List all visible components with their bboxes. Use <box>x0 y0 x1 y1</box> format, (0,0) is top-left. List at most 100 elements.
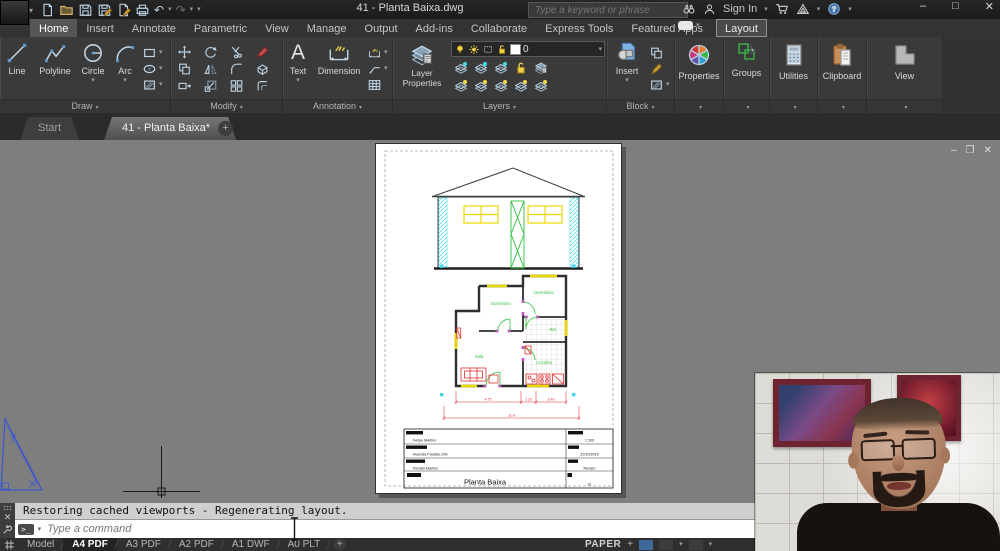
polyline-tool[interactable]: Polyline <box>34 37 76 100</box>
panel-groups[interactable]: Groups ▾ <box>724 37 770 113</box>
open-file-icon[interactable] <box>59 3 74 17</box>
explode-tool-icon[interactable] <box>255 62 270 76</box>
layer-freeze-tool-icon[interactable] <box>493 61 509 75</box>
panel-view[interactable]: View ▾ <box>867 37 943 113</box>
sign-in-caret-icon[interactable]: ▾ <box>764 6 768 13</box>
insert-block-button[interactable]: Insert ▾ <box>607 37 647 100</box>
ribbon-display-toggle[interactable]: ▾ <box>678 21 700 30</box>
layout-quickview-grid-icon[interactable] <box>3 539 16 551</box>
drawing-restore-icon[interactable]: ❐ <box>966 145 975 156</box>
ribbon-tab[interactable]: Annotate <box>123 19 185 37</box>
layer-unlock-icon[interactable] <box>496 44 508 55</box>
panel-clipboard[interactable]: Clipboard ▾ <box>818 37 867 113</box>
layer-match-icon[interactable] <box>533 61 549 75</box>
panel-label-utilities[interactable]: ▾ <box>770 99 817 113</box>
command-close-icon[interactable]: ✕ <box>4 513 12 522</box>
panel-label-view[interactable]: ▾ <box>867 99 942 113</box>
new-layout-button[interactable]: + <box>333 539 347 550</box>
fillet-tool-icon[interactable] <box>229 62 244 76</box>
paper-space-indicator[interactable]: PAPER <box>585 539 621 550</box>
layer-unisolate-icon[interactable] <box>473 61 489 75</box>
create-block-tool[interactable] <box>649 46 670 60</box>
ortho-caret-icon[interactable]: ▾ <box>709 541 713 548</box>
array-tool-icon[interactable] <box>229 79 244 93</box>
panel-properties[interactable]: Properties ▾ <box>675 37 724 113</box>
transfer-icon[interactable] <box>116 3 131 17</box>
ribbon-tab[interactable]: Express Tools <box>536 19 622 37</box>
ribbon-tab[interactable]: Collaborate <box>462 19 536 37</box>
table-tool[interactable] <box>367 78 388 92</box>
layout-tab[interactable]: A0 PLT <box>279 538 330 551</box>
viewport-plus-icon[interactable]: + <box>627 539 633 550</box>
insert-caret-icon[interactable]: ▾ <box>625 77 629 84</box>
application-menu-caret-icon[interactable]: ▾ <box>29 6 33 15</box>
ribbon-tab[interactable]: Insert <box>77 19 123 37</box>
block-attributes-tool[interactable]: ▾ <box>649 78 670 92</box>
layer-lock-tool-icon[interactable] <box>513 61 529 75</box>
panel-label-modify[interactable]: Modify ▾ <box>171 99 282 113</box>
ortho-toggle-icon[interactable] <box>688 539 703 550</box>
help-search-box[interactable] <box>528 2 688 18</box>
close-button[interactable]: ✕ <box>985 0 994 13</box>
ribbon-tab[interactable]: Add-ins <box>407 19 462 37</box>
ribbon-tab[interactable]: Layout <box>715 19 767 37</box>
drawing-minimize-icon[interactable]: – <box>951 145 957 156</box>
help-caret-icon[interactable]: ▾ <box>848 6 852 13</box>
rectangle-tool[interactable]: ▾ <box>142 46 163 60</box>
layer-freeze-icon[interactable] <box>482 44 494 55</box>
command-drag-handle[interactable] <box>3 505 12 510</box>
layer-color-swatch[interactable] <box>510 43 521 55</box>
circle-tool[interactable]: Circle ▾ <box>76 37 110 100</box>
search-icon[interactable] <box>682 2 696 16</box>
ribbon-tab[interactable]: View <box>256 19 298 37</box>
arc-caret-icon[interactable]: ▾ <box>123 77 127 84</box>
plot-icon[interactable] <box>135 3 150 17</box>
sign-in-button[interactable]: Sign In <box>723 3 757 15</box>
panel-label-groups[interactable]: ▾ <box>724 99 769 113</box>
autodesk-connect-icon[interactable] <box>796 2 810 16</box>
layout-paper[interactable]: Dormitório Dormitório WC Cozinha Sala 4.… <box>375 143 622 494</box>
line-tool[interactable]: Line <box>0 37 34 100</box>
layer-thaw-sun-icon[interactable] <box>468 44 480 55</box>
leader-tool[interactable]: ▾ <box>367 62 388 76</box>
copy-tool-icon[interactable] <box>177 62 192 76</box>
arc-tool[interactable]: Arc ▾ <box>110 37 140 100</box>
redo-caret-icon[interactable]: ▾ <box>190 6 194 13</box>
snap-toggle-icon[interactable] <box>659 539 674 550</box>
layout-tab[interactable]: A2 PDF <box>170 538 223 551</box>
edit-block-tool[interactable] <box>649 62 670 76</box>
file-tab-active[interactable]: 41 - Planta Baixa* ✕ <box>104 117 236 140</box>
panel-label-properties[interactable]: ▾ <box>675 99 723 113</box>
layer-on-all-icon[interactable] <box>473 79 489 93</box>
layout-tab[interactable]: A3 PDF <box>117 538 170 551</box>
ellipse-tool[interactable]: ▾ <box>142 62 163 76</box>
command-customize-wrench-icon[interactable] <box>2 524 13 535</box>
ribbon-tab[interactable]: Home <box>30 19 78 37</box>
panel-label-layers[interactable]: Layers ▾ <box>393 99 606 113</box>
drawing-close-icon[interactable]: ✕ <box>984 145 992 156</box>
layout-tab[interactable]: A4 PDF <box>63 538 117 551</box>
panel-label-annotation[interactable]: Annotation ▾ <box>283 99 392 113</box>
linear-dim-tool[interactable]: ▾ <box>367 46 388 60</box>
new-file-icon[interactable] <box>40 3 55 17</box>
mirror-tool-icon[interactable] <box>203 62 218 76</box>
search-input[interactable] <box>533 3 683 17</box>
maximize-button[interactable]: □ <box>952 0 959 13</box>
trim-tool-icon[interactable] <box>229 45 244 59</box>
stretch-tool-icon[interactable] <box>177 79 192 93</box>
connect-caret-icon[interactable]: ▾ <box>817 6 821 13</box>
text-caret-icon[interactable]: ▾ <box>296 77 300 84</box>
ribbon-tab[interactable]: Output <box>356 19 407 37</box>
panel-utilities[interactable]: Utilities ▾ <box>770 37 818 113</box>
text-tool[interactable]: A Text ▾ <box>283 37 313 100</box>
circle-caret-icon[interactable]: ▾ <box>91 77 95 84</box>
layer-dropdown[interactable]: 0 ▾ <box>451 41 605 57</box>
grid-toggle-icon[interactable] <box>639 539 654 550</box>
layer-current-icon[interactable] <box>533 79 549 93</box>
minimize-button[interactable]: – <box>920 0 926 13</box>
layer-dropdown-caret-icon[interactable]: ▾ <box>598 46 602 53</box>
offset-tool-icon[interactable] <box>255 79 270 93</box>
undo-icon[interactable]: ↶ <box>154 3 164 17</box>
recent-commands-caret-icon[interactable]: ▾ <box>38 526 42 533</box>
snap-caret-icon[interactable]: ▾ <box>679 541 683 548</box>
